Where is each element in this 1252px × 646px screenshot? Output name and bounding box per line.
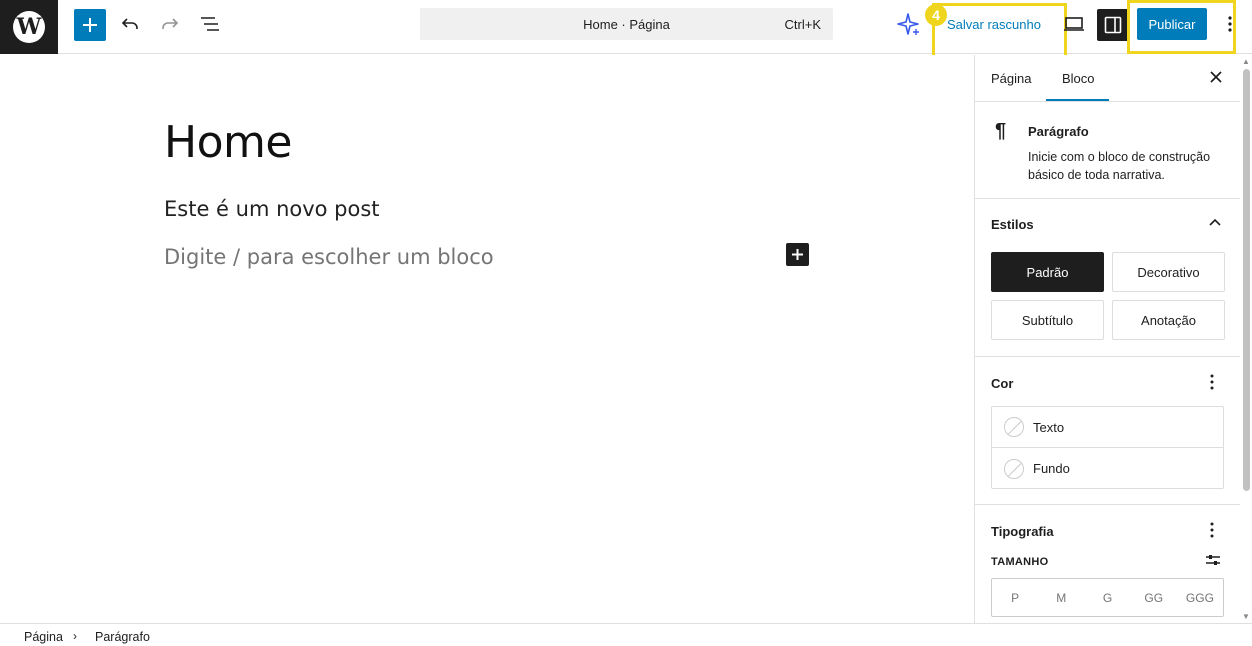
breadcrumb-item-paragraph[interactable]: Parágrafo <box>95 630 150 644</box>
scroll-down-icon[interactable]: ▼ <box>1242 612 1250 621</box>
publish-button[interactable]: Publicar <box>1137 8 1207 40</box>
size-option-p[interactable]: P <box>992 579 1038 616</box>
post-title[interactable]: Home <box>164 117 292 168</box>
block-card: ¶ Parágrafo Inicie com o bloco de constr… <box>975 102 1240 199</box>
typography-panel: Tipografia TAMANHO P M G GG GGG <box>975 505 1240 623</box>
tab-page[interactable]: Página <box>991 71 1031 86</box>
styles-panel: Estilos Padrão Decorativo Subtítulo Anot… <box>975 199 1240 357</box>
active-tab-indicator <box>1046 99 1109 101</box>
font-size-label: TAMANHO <box>991 556 1049 568</box>
close-sidebar-button[interactable] <box>1207 69 1225 87</box>
add-block-button[interactable] <box>74 9 106 41</box>
chevron-up-icon[interactable] <box>1207 215 1223 231</box>
settings-sidebar-toggle[interactable] <box>1097 9 1129 41</box>
breadcrumb: Página › Parágrafo <box>0 623 1252 646</box>
save-draft-button[interactable]: Salvar rascunho <box>947 17 1041 32</box>
color-item-text[interactable]: Texto <box>992 407 1223 448</box>
more-vertical-icon[interactable] <box>1209 373 1215 391</box>
ai-sparkle-button[interactable] <box>896 12 922 38</box>
sidebar-scrollbar[interactable]: ▲ ▼ <box>1240 55 1252 623</box>
keyboard-shortcut: Ctrl+K <box>784 17 821 32</box>
size-option-g[interactable]: G <box>1084 579 1130 616</box>
color-heading: Cor <box>991 376 1014 391</box>
scrollbar-thumb[interactable] <box>1243 69 1250 491</box>
sparkle-icon <box>897 13 919 35</box>
style-option-annotation[interactable]: Anotação <box>1112 300 1225 340</box>
sidebar-icon <box>1104 16 1122 34</box>
styles-heading[interactable]: Estilos <box>991 217 1034 232</box>
more-vertical-icon <box>1228 16 1232 32</box>
color-panel: Cor Texto Fundo <box>975 357 1240 505</box>
inline-add-block-button[interactable] <box>786 243 809 266</box>
size-option-gg[interactable]: GG <box>1131 579 1177 616</box>
laptop-icon <box>1064 17 1084 31</box>
plus-icon <box>83 18 97 32</box>
size-option-ggg[interactable]: GGG <box>1177 579 1223 616</box>
undo-button[interactable] <box>118 12 142 36</box>
empty-block-placeholder[interactable]: Digite / para escolher um bloco <box>164 245 494 269</box>
paragraph-block[interactable]: Este é um novo post <box>164 197 380 221</box>
color-item-label: Fundo <box>1033 461 1070 476</box>
color-item-label: Texto <box>1033 419 1065 435</box>
empty-swatch-icon <box>1004 417 1024 437</box>
tab-block[interactable]: Bloco <box>1062 71 1095 86</box>
top-toolbar: W Home · Página Ctrl+K Salvar rascunho 4… <box>0 0 1252 65</box>
more-vertical-icon[interactable] <box>1209 521 1215 539</box>
plus-icon <box>792 249 803 260</box>
font-size-picker: P M G GG GGG <box>991 578 1224 617</box>
editor-canvas[interactable]: Home Este é um novo post Digite / para e… <box>0 55 974 623</box>
paragraph-icon: ¶ <box>995 120 1007 142</box>
undo-icon <box>121 18 138 29</box>
wordpress-icon: W <box>13 11 45 43</box>
document-title: Home · Página <box>583 17 670 32</box>
command-palette-bar[interactable]: Home · Página Ctrl+K <box>420 8 833 40</box>
scroll-up-icon[interactable]: ▲ <box>1242 57 1250 66</box>
style-option-decorative[interactable]: Decorativo <box>1112 252 1225 292</box>
size-option-m[interactable]: M <box>1038 579 1084 616</box>
empty-swatch-icon <box>1004 458 1024 479</box>
block-name: Parágrafo <box>1028 124 1089 139</box>
wordpress-logo-button[interactable]: W <box>0 0 58 54</box>
options-menu-button[interactable] <box>1220 12 1240 36</box>
color-list: Texto Fundo <box>991 406 1224 489</box>
redo-icon <box>162 18 179 29</box>
block-description: Inicie com o bloco de construção básico … <box>1028 150 1211 182</box>
step-badge: 4 <box>925 4 947 26</box>
style-option-subtitle[interactable]: Subtítulo <box>991 300 1104 340</box>
typography-heading: Tipografia <box>991 524 1054 539</box>
preview-button[interactable] <box>1062 12 1086 36</box>
list-view-icon <box>201 17 219 31</box>
chevron-right-icon: › <box>73 629 77 643</box>
redo-button[interactable] <box>158 12 182 36</box>
color-item-background[interactable]: Fundo <box>992 448 1223 489</box>
close-icon <box>1210 71 1222 83</box>
style-option-default[interactable]: Padrão <box>991 252 1104 292</box>
document-overview-button[interactable] <box>198 12 222 36</box>
sliders-icon[interactable] <box>1205 552 1221 568</box>
sidebar-tabs: Página Bloco <box>975 55 1240 102</box>
breadcrumb-item-page[interactable]: Página <box>24 630 63 644</box>
settings-sidebar: Página Bloco ¶ Parágrafo Inicie com o bl… <box>974 55 1240 623</box>
